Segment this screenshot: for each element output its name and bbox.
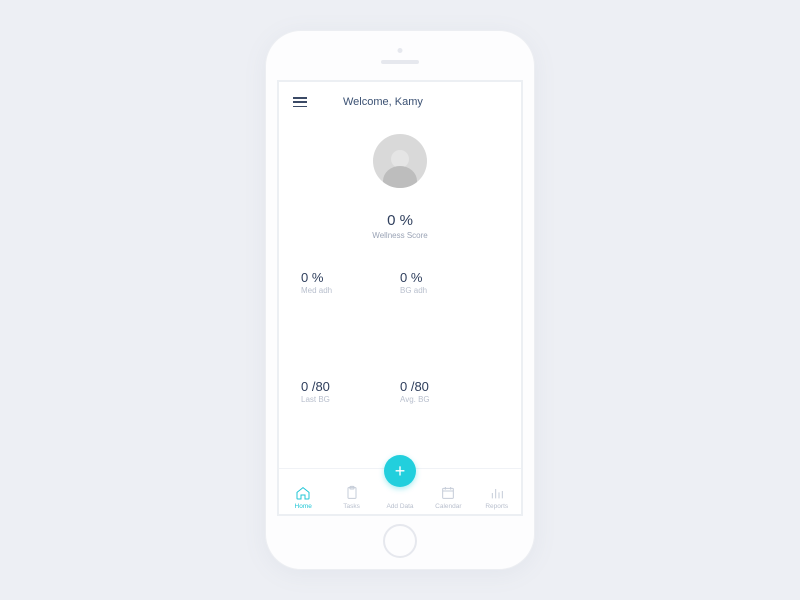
home-icon [295,485,311,501]
tab-label: Home [295,503,312,510]
stats-grid: 0 % Med adh 0 % BG adh 0 /80 Last BG 0 /… [279,270,521,468]
bar-chart-icon [489,485,505,501]
user-avatar[interactable] [373,134,427,188]
tab-label: Tasks [343,503,360,510]
tab-label-add: Add Data [386,503,413,510]
stat-value: 0 % [301,270,400,285]
wellness-value: 0 % [279,212,521,229]
stat-label: BG adh [400,286,499,295]
hamburger-menu-icon[interactable] [293,97,307,107]
add-data-button[interactable]: + [384,455,416,487]
stat-bg-adh: 0 % BG adh [400,270,499,351]
stat-last-bg: 0 /80 Last BG [301,379,400,460]
stat-value: 0 % [400,270,499,285]
tab-tasks[interactable]: Tasks [331,485,373,510]
stat-label: Avg. BG [400,395,499,404]
tab-reports[interactable]: Reports [476,485,518,510]
clipboard-icon [344,485,360,501]
stat-label: Last BG [301,395,400,404]
stat-med-adh: 0 % Med adh [301,270,400,351]
tab-calendar[interactable]: Calendar [427,485,469,510]
app-screen: Welcome, Kamy 0 % Wellness Score 0 % Med… [277,80,523,516]
avatar-container [279,134,521,188]
stat-value: 0 /80 [301,379,400,394]
tab-bar: + Add Data Home Tasks Calendar Reports [279,468,521,514]
header: Welcome, Kamy [279,82,521,116]
tab-label: Reports [485,503,508,510]
phone-home-button[interactable] [383,524,417,558]
wellness-score: 0 % Wellness Score [279,212,521,240]
phone-frame: Welcome, Kamy 0 % Wellness Score 0 % Med… [265,30,535,570]
stat-label: Med adh [301,286,400,295]
phone-speaker [381,60,419,64]
calendar-icon [440,485,456,501]
stat-avg-bg: 0 /80 Avg. BG [400,379,499,460]
stat-value: 0 /80 [400,379,499,394]
tab-label: Calendar [435,503,461,510]
welcome-text: Welcome, Kamy [343,96,423,108]
phone-camera [398,48,403,53]
wellness-label: Wellness Score [279,231,521,240]
tab-home[interactable]: Home [282,485,324,510]
